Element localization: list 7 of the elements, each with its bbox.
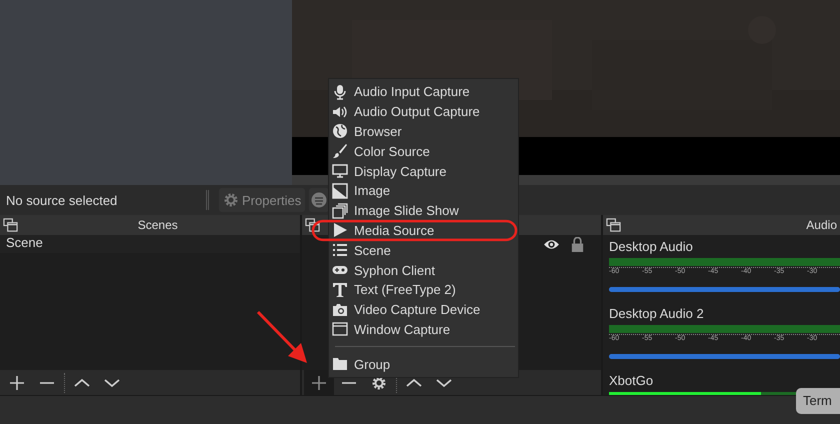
- channel-name: XbotGo: [609, 373, 654, 390]
- dock-title: Audio: [805, 218, 837, 232]
- channel-name: Desktop Audio 2: [609, 306, 705, 323]
- status-text: No source selected: [6, 192, 118, 208]
- tooltip: Term: [796, 388, 840, 414]
- dock-title: Scenes: [136, 218, 179, 232]
- channel-name: Desktop Audio: [609, 239, 694, 256]
